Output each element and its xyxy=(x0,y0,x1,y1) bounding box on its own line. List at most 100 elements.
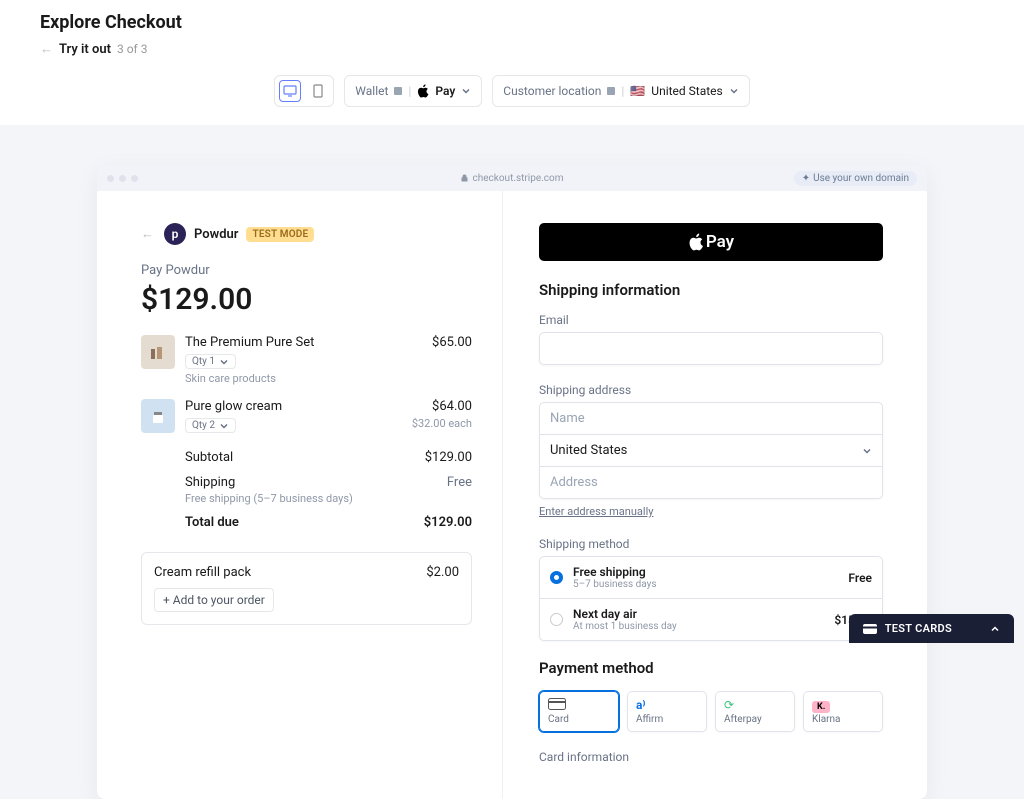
email-input[interactable] xyxy=(539,332,883,365)
desktop-view-button[interactable] xyxy=(279,80,301,102)
wallet-value: Pay xyxy=(435,84,455,98)
window-controls xyxy=(107,175,138,182)
separator: | xyxy=(621,84,624,98)
item-name: The Premium Pure Set xyxy=(185,335,432,350)
pm-afterpay[interactable]: ⟳ Afterpay xyxy=(715,691,795,732)
item-price: $64.00 xyxy=(412,399,472,414)
chevron-down-icon xyxy=(461,86,471,96)
page-title: Explore Checkout xyxy=(40,12,984,33)
plus-icon: + xyxy=(163,593,173,607)
pm-card[interactable]: Card xyxy=(539,691,619,732)
total-row: Total due $129.00 xyxy=(185,515,472,530)
breadcrumb: ← Try it out 3 of 3 xyxy=(40,41,984,57)
address-stack: Name United States Address xyxy=(539,402,883,499)
subtotal-row: Subtotal $129.00 xyxy=(185,450,472,465)
viewport-segment xyxy=(274,75,334,107)
shipping-method-label: Shipping method xyxy=(539,537,883,551)
test-mode-badge: TEST MODE xyxy=(246,227,314,242)
window-dot xyxy=(131,175,138,182)
checkout-form-panel: Pay Shipping information Email Shipping … xyxy=(502,191,927,799)
affirm-icon: a⁾ xyxy=(636,698,698,712)
mobile-icon xyxy=(313,84,323,98)
breadcrumb-position: 3 of 3 xyxy=(117,42,147,56)
apple-icon xyxy=(417,84,429,98)
pm-klarna[interactable]: K. Klarna xyxy=(803,691,883,732)
shipping-method-box: Free shipping 5–7 business days Free Nex… xyxy=(539,556,883,641)
test-cards-button[interactable]: TEST CARDS xyxy=(849,614,1014,643)
breadcrumb-link[interactable]: Try it out xyxy=(59,42,111,57)
qty-selector[interactable]: Qty 2 xyxy=(185,418,236,433)
jar-icon xyxy=(150,407,166,425)
reset-icon xyxy=(394,87,402,95)
browser-bar: checkout.stripe.com ✦ Use your own domai… xyxy=(97,165,927,191)
total-amount: $129.00 xyxy=(141,282,472,317)
sparkle-icon: ✦ xyxy=(802,173,810,184)
add-to-order-button[interactable]: + Add to your order xyxy=(154,588,274,612)
separator: | xyxy=(408,84,411,98)
chevron-down-icon xyxy=(862,446,872,456)
merchant-header: ← p Powdur TEST MODE xyxy=(141,223,472,245)
shipping-row: Shipping Free shipping (5–7 business day… xyxy=(185,475,472,505)
mobile-view-button[interactable] xyxy=(307,80,329,102)
window-dot xyxy=(107,175,114,182)
browser-url: checkout.stripe.com xyxy=(461,173,564,184)
shipping-info-heading: Shipping information xyxy=(539,281,883,299)
klarna-icon: K. xyxy=(812,698,874,712)
flag-icon: 🇺🇸 xyxy=(630,84,645,98)
shipping-option[interactable]: Free shipping 5–7 business days Free xyxy=(540,557,882,599)
window-dot xyxy=(119,175,126,182)
location-value: United States xyxy=(651,84,722,98)
pm-affirm[interactable]: a⁾ Affirm xyxy=(627,691,707,732)
item-desc: Skin care products xyxy=(185,372,432,385)
chevron-down-icon xyxy=(729,86,739,96)
controls-bar: Wallet | Pay Customer location | 🇺🇸 Unit… xyxy=(0,75,1024,125)
radio-selected-icon xyxy=(550,571,563,584)
addon-name: Cream refill pack xyxy=(154,565,251,580)
email-label: Email xyxy=(539,313,883,327)
shipping-option[interactable]: Next day air At most 1 business day $15.… xyxy=(540,599,882,640)
bottles-icon xyxy=(148,343,168,361)
order-summary-panel: ← p Powdur TEST MODE Pay Powdur $129.00 … xyxy=(97,191,502,799)
location-label: Customer location xyxy=(503,84,601,98)
line-item: Pure glow cream Qty 2 $64.00 $32.00 each xyxy=(141,399,472,436)
product-thumb xyxy=(141,335,175,369)
back-arrow-icon[interactable]: ← xyxy=(40,41,53,57)
chevron-down-icon xyxy=(219,357,229,367)
browser-frame: checkout.stripe.com ✦ Use your own domai… xyxy=(97,165,927,799)
own-domain-pill[interactable]: ✦ Use your own domain xyxy=(794,171,917,186)
product-thumb xyxy=(141,399,175,433)
name-input[interactable]: Name xyxy=(540,403,882,435)
addon-price: $2.00 xyxy=(426,565,459,580)
chevron-down-icon xyxy=(219,421,229,431)
radio-icon xyxy=(550,613,563,626)
location-selector[interactable]: Customer location | 🇺🇸 United States xyxy=(492,75,749,107)
payment-method-heading: Payment method xyxy=(539,659,883,677)
address-label: Shipping address xyxy=(539,383,883,397)
pay-merchant-label: Pay Powdur xyxy=(141,263,472,278)
qty-selector[interactable]: Qty 1 xyxy=(185,354,236,369)
wallet-label: Wallet xyxy=(355,84,388,98)
item-unit-price: $32.00 each xyxy=(412,417,472,430)
card-icon xyxy=(863,624,877,634)
line-item: The Premium Pure Set Qty 1 Skin care pro… xyxy=(141,335,472,385)
address-input[interactable]: Address xyxy=(540,467,882,498)
item-name: Pure glow cream xyxy=(185,399,412,414)
payment-methods-row: Card a⁾ Affirm ⟳ Afterpay K. Klarna xyxy=(539,691,883,732)
card-icon xyxy=(548,698,610,712)
item-price: $65.00 xyxy=(432,335,472,350)
chevron-up-icon xyxy=(990,624,1000,634)
country-select[interactable]: United States xyxy=(540,435,882,467)
merchant-name: Powdur xyxy=(194,227,238,242)
wallet-selector[interactable]: Wallet | Pay xyxy=(344,75,482,107)
desktop-icon xyxy=(283,85,297,97)
addon-card: Cream refill pack $2.00 + Add to your or… xyxy=(141,552,472,625)
apple-pay-button[interactable]: Pay xyxy=(539,223,883,261)
enter-manually-link[interactable]: Enter address manually xyxy=(539,505,653,518)
apple-icon xyxy=(688,233,704,251)
reset-icon xyxy=(607,87,615,95)
back-icon[interactable]: ← xyxy=(141,226,154,242)
merchant-logo: p xyxy=(164,223,186,245)
afterpay-icon: ⟳ xyxy=(724,698,786,712)
card-info-label: Card information xyxy=(539,750,883,764)
lock-icon xyxy=(461,174,469,182)
